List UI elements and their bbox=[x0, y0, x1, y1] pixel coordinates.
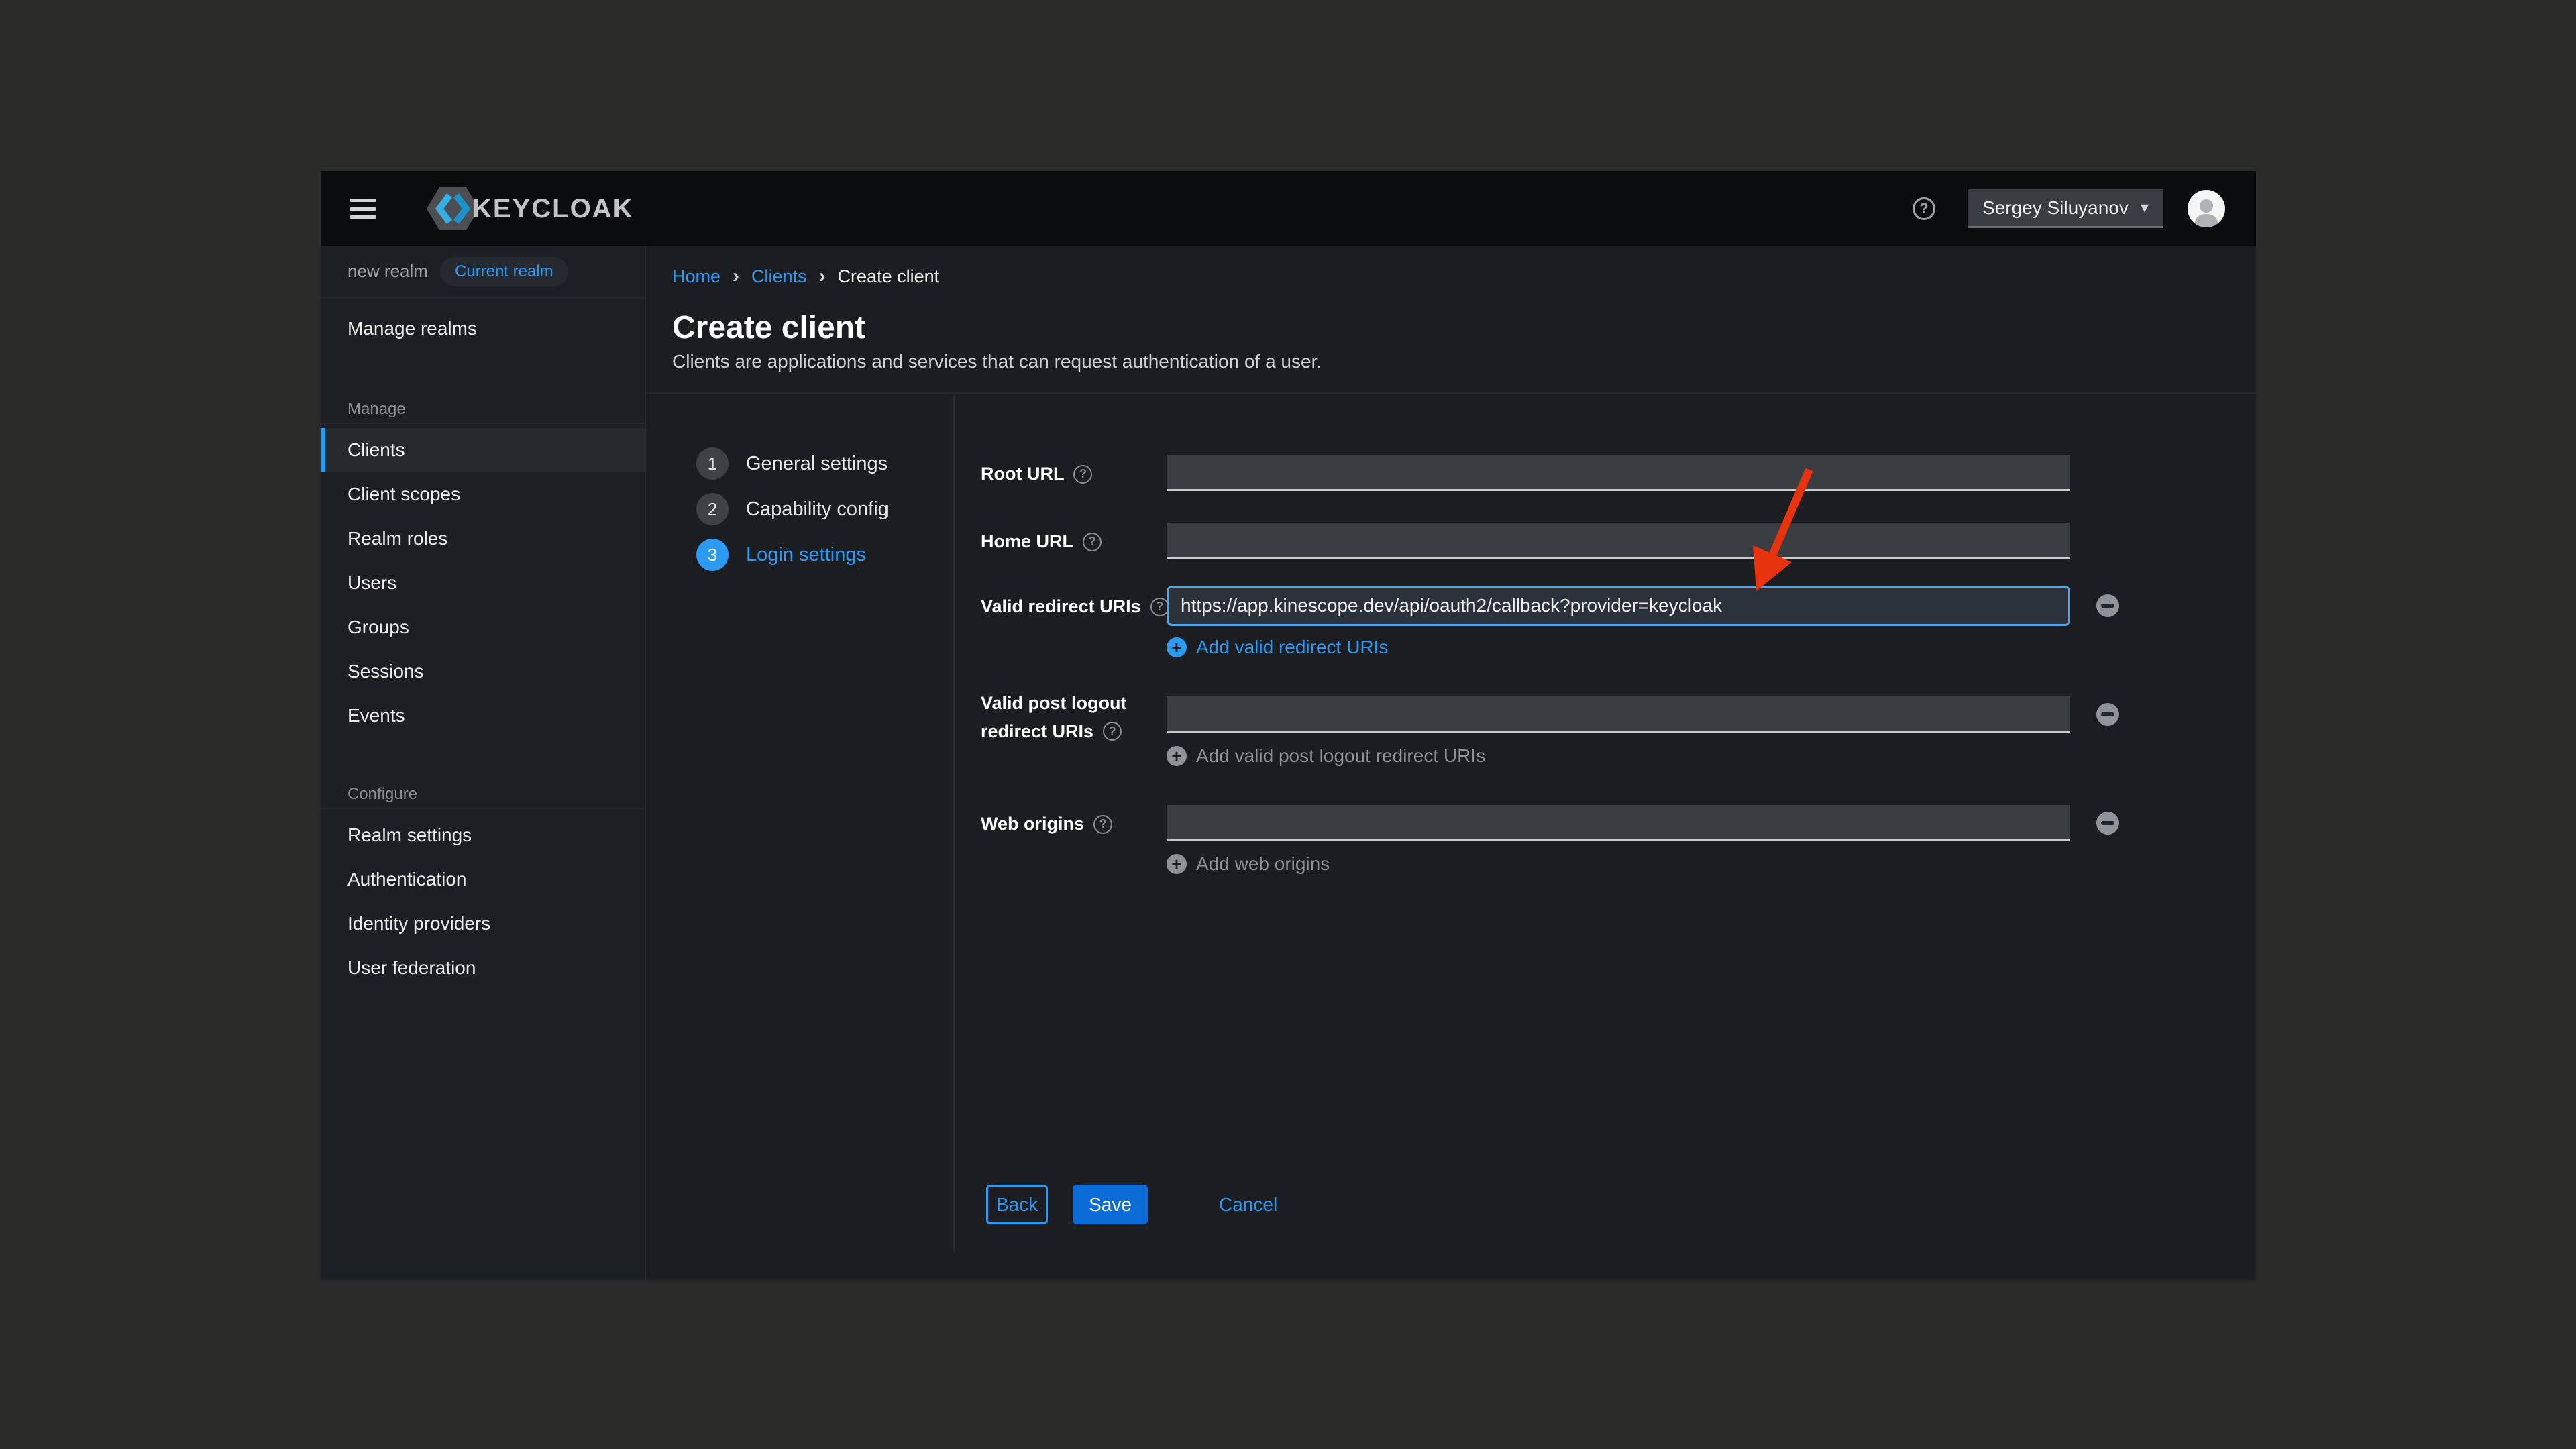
remove-web-origin-button[interactable] bbox=[2096, 812, 2119, 835]
keycloak-admin-window: KEYCLOAK ? Sergey Siluyanov ▾ new realm … bbox=[321, 171, 2256, 1280]
page-subtitle: Clients are applications and services th… bbox=[672, 351, 1322, 372]
brand-text: KEYCLOAK bbox=[472, 194, 633, 224]
sidebar-configure-list: Realm settings Authentication Identity p… bbox=[321, 809, 645, 990]
sidebar: new realm Current realm Manage realms Ma… bbox=[321, 246, 646, 1280]
plus-circle-icon: + bbox=[1167, 637, 1187, 657]
sidebar-item-realm-settings[interactable]: Realm settings bbox=[321, 813, 645, 857]
current-realm-badge: Current realm bbox=[440, 257, 568, 286]
sidebar-item-identity-providers[interactable]: Identity providers bbox=[321, 902, 645, 946]
web-origins-input[interactable] bbox=[1167, 805, 2070, 841]
breadcrumb-home[interactable]: Home bbox=[672, 266, 720, 287]
sidebar-group-configure: Configure bbox=[321, 781, 645, 808]
remove-redirect-uri-button[interactable] bbox=[2096, 594, 2119, 617]
wizard-nav: 1 General settings 2 Capability config 3… bbox=[696, 447, 889, 584]
back-button[interactable]: Back bbox=[986, 1185, 1048, 1224]
caret-down-icon: ▾ bbox=[2141, 198, 2149, 217]
help-icon[interactable]: ? bbox=[1083, 533, 1102, 551]
post-logout-label: Valid post logout redirect URIs? bbox=[981, 689, 1127, 745]
sidebar-manage-list: Clients Client scopes Realm roles Users … bbox=[321, 424, 645, 738]
keycloak-logo-icon bbox=[427, 185, 479, 232]
add-web-origins-link[interactable]: + Add web origins bbox=[1167, 853, 1330, 875]
person-icon bbox=[2192, 197, 2221, 227]
cancel-button[interactable]: Cancel bbox=[1219, 1185, 1277, 1224]
help-icon[interactable]: ? bbox=[1913, 197, 1935, 220]
content-area: Home › Clients › Create client Create cl… bbox=[647, 246, 2256, 1280]
keycloak-logo: KEYCLOAK bbox=[427, 185, 633, 232]
sidebar-item-sessions[interactable]: Sessions bbox=[321, 649, 645, 694]
user-avatar[interactable] bbox=[2188, 190, 2225, 227]
sidebar-item-groups[interactable]: Groups bbox=[321, 605, 645, 649]
help-icon[interactable]: ? bbox=[1093, 815, 1112, 834]
sidebar-item-users[interactable]: Users bbox=[321, 561, 645, 605]
home-url-label: Home URL? bbox=[981, 531, 1102, 552]
step-number-badge: 1 bbox=[696, 447, 729, 480]
plus-circle-icon: + bbox=[1167, 746, 1187, 766]
hamburger-menu-icon[interactable] bbox=[350, 199, 376, 219]
header-divider bbox=[647, 392, 2256, 394]
root-url-label: Root URL? bbox=[981, 464, 1092, 484]
root-url-input[interactable] bbox=[1167, 455, 2070, 491]
wizard-step-capability-config[interactable]: 2 Capability config bbox=[696, 493, 889, 525]
page-title: Create client bbox=[672, 309, 865, 346]
realm-selector[interactable]: new realm Current realm bbox=[321, 246, 645, 298]
post-logout-redirect-uris-input[interactable] bbox=[1167, 696, 2070, 733]
sidebar-item-events[interactable]: Events bbox=[321, 694, 645, 738]
realm-name: new realm bbox=[347, 261, 428, 282]
help-icon[interactable]: ? bbox=[1103, 722, 1122, 741]
sidebar-item-realm-roles[interactable]: Realm roles bbox=[321, 517, 645, 561]
user-menu-dropdown[interactable]: Sergey Siluyanov ▾ bbox=[1968, 189, 2163, 228]
help-icon[interactable]: ? bbox=[1073, 465, 1092, 484]
remove-post-logout-uri-button[interactable] bbox=[2096, 703, 2119, 726]
breadcrumb-separator-icon: › bbox=[733, 265, 739, 288]
valid-redirect-uris-label: Valid redirect URIs? bbox=[981, 596, 1169, 617]
sidebar-item-manage-realms[interactable]: Manage realms bbox=[321, 305, 645, 353]
web-origins-label: Web origins? bbox=[981, 814, 1112, 835]
save-button[interactable]: Save bbox=[1073, 1185, 1148, 1224]
plus-circle-icon: + bbox=[1167, 854, 1187, 874]
breadcrumb-current: Create client bbox=[838, 266, 940, 287]
add-post-logout-uris-link[interactable]: + Add valid post logout redirect URIs bbox=[1167, 745, 1485, 767]
wizard-form-divider bbox=[953, 392, 955, 1252]
breadcrumb: Home › Clients › Create client bbox=[672, 265, 939, 288]
breadcrumb-separator-icon: › bbox=[819, 265, 826, 288]
wizard-step-login-settings[interactable]: 3 Login settings bbox=[696, 539, 889, 571]
breadcrumb-clients[interactable]: Clients bbox=[751, 266, 807, 287]
add-valid-redirect-uris-link[interactable]: + Add valid redirect URIs bbox=[1167, 637, 1388, 658]
masthead: KEYCLOAK ? Sergey Siluyanov ▾ bbox=[321, 171, 2256, 246]
valid-redirect-uris-input[interactable] bbox=[1167, 586, 2070, 626]
step-number-badge: 2 bbox=[696, 493, 729, 525]
sidebar-group-manage: Manage bbox=[321, 396, 645, 423]
wizard-step-general-settings[interactable]: 1 General settings bbox=[696, 447, 889, 480]
sidebar-item-client-scopes[interactable]: Client scopes bbox=[321, 472, 645, 517]
user-name: Sergey Siluyanov bbox=[1982, 197, 2129, 219]
sidebar-item-authentication[interactable]: Authentication bbox=[321, 857, 645, 902]
step-number-badge: 3 bbox=[696, 539, 729, 571]
home-url-input[interactable] bbox=[1167, 523, 2070, 559]
sidebar-item-user-federation[interactable]: User federation bbox=[321, 946, 645, 990]
sidebar-item-clients[interactable]: Clients bbox=[321, 428, 645, 472]
